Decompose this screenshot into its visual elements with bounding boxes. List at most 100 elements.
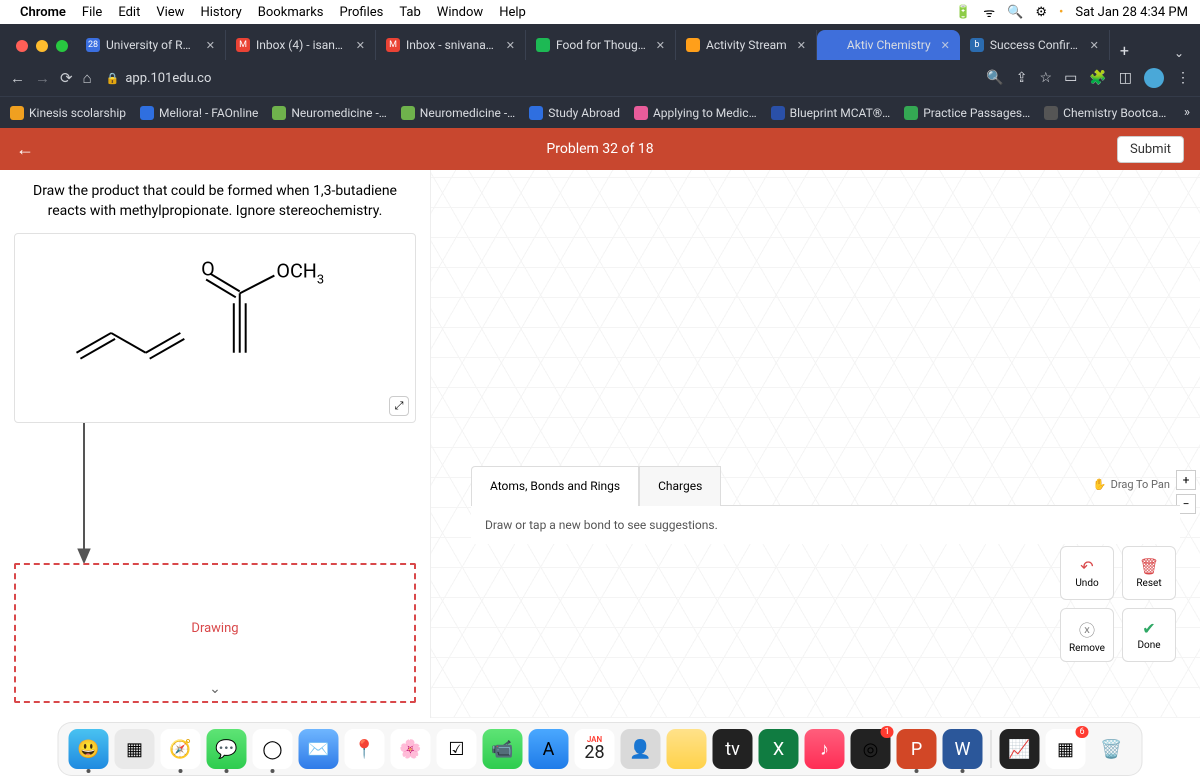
chrome-menu-icon[interactable]: ⋮ [1176,70,1190,86]
dock-app-stocks[interactable]: 📈 [1000,729,1040,769]
dock-app-finder[interactable]: 😃 [69,729,109,769]
omnibox-search-icon[interactable]: 🔍 [986,70,1003,86]
menu-window[interactable]: Window [437,5,483,20]
tab-close-icon[interactable]: ✕ [356,39,365,52]
browser-tab-6[interactable]: bSuccess Confirmatio✕ [960,30,1110,60]
back-button[interactable]: ← [10,69,25,87]
dock-app-calendar[interactable]: JAN28 [575,729,615,769]
menu-app[interactable]: Chrome [20,5,66,20]
forward-button[interactable]: → [35,69,50,87]
tab-list-button[interactable]: ⌄ [1166,46,1192,60]
dock-app-maps[interactable]: 📍 [345,729,385,769]
drawing-expand-icon[interactable]: ⌄ [209,681,221,697]
dock-app-music[interactable]: ♪ [805,729,845,769]
minimize-window-button[interactable] [36,40,48,52]
menubar-datetime[interactable]: Sat Jan 28 4:34 PM [1075,5,1188,20]
dock-app-trash[interactable]: 🗑️ [1092,729,1132,769]
browser-tab-3[interactable]: Food for Thought —✕ [526,30,676,60]
bookmark-4[interactable]: Study Abroad [529,106,620,120]
sidepanel-icon[interactable]: ◫ [1119,70,1132,86]
bookmark-0[interactable]: Kinesis scolarship [10,106,126,120]
answer-drawing-area[interactable]: Drawing ⌄ [14,563,416,703]
close-window-button[interactable] [16,40,28,52]
tab-close-icon[interactable]: ✕ [1090,39,1099,52]
menu-bookmarks[interactable]: Bookmarks [258,5,324,20]
tab-atoms-bonds-rings[interactable]: Atoms, Bonds and Rings [471,466,639,506]
remove-button[interactable]: ⓧRemove [1060,608,1114,662]
dock-app-reminders[interactable]: ☑︎ [437,729,477,769]
battery-icon[interactable]: 🔋 [955,5,971,20]
bookmark-3[interactable]: Neuromedicine -… [401,106,515,120]
bookmark-7[interactable]: Practice Passages… [904,106,1030,120]
share-icon[interactable]: ⇪ [1016,70,1028,86]
wifi-icon[interactable]: ᯤ [983,3,995,21]
extensions-icon[interactable]: 🧩 [1089,70,1106,86]
app-icon: ◎ [863,739,879,760]
zoom-in-button[interactable]: + [1176,470,1196,490]
reset-button[interactable]: 🗑Reset [1122,546,1176,600]
menu-help[interactable]: Help [499,5,526,20]
browser-tab-2[interactable]: MInbox - snivana24@✕ [376,30,526,60]
undo-button[interactable]: ↶Undo [1060,546,1114,600]
menu-file[interactable]: File [82,5,102,20]
reload-button[interactable]: ⟳ [60,69,73,87]
menu-profiles[interactable]: Profiles [340,5,384,20]
bookmark-1[interactable]: Meliora! - FAOnline [140,106,258,120]
cast-icon[interactable]: ▭ [1064,70,1077,86]
tab-favicon [827,38,841,52]
menu-view[interactable]: View [156,5,184,20]
structure-zoom-button[interactable]: ⤢ [389,396,409,416]
bookmark-favicon [272,106,286,120]
tab-close-icon[interactable]: ✕ [206,39,215,52]
control-center-icon[interactable]: ⚙︎ [1035,5,1047,20]
submit-button[interactable]: Submit [1117,136,1184,163]
dock-app-notes[interactable] [667,729,707,769]
dock-app-powerpoint[interactable]: P [897,729,937,769]
tab-charges[interactable]: Charges [639,466,721,506]
address-bar[interactable]: 🔒 app.101edu.co [102,71,212,86]
dock-app-excel[interactable]: X [759,729,799,769]
bookmark-label: Meliora! - FAOnline [159,106,258,120]
browser-tab-5[interactable]: Aktiv Chemistry✕ [817,30,960,60]
dock-app-launchpad[interactable]: ▦ [115,729,155,769]
app-badge: 1 [880,726,893,738]
fullscreen-window-button[interactable] [56,40,68,52]
home-button[interactable]: ⌂ [83,69,92,87]
tab-close-icon[interactable]: ✕ [656,39,665,52]
dock-app-contacts[interactable]: 👤 [621,729,661,769]
browser-tab-1[interactable]: MInbox (4) - isanche7✕ [226,30,376,60]
structure-editor[interactable]: ✋ Drag To Pan + − Atoms, Bonds and Rings… [430,170,1200,718]
app-badge: 6 [1075,726,1088,738]
browser-tab-4[interactable]: Activity Stream✕ [676,30,817,60]
tab-close-icon[interactable]: ✕ [797,39,806,52]
dock-app-safari[interactable]: 🧭 [161,729,201,769]
spotlight-icon[interactable]: 🔍 [1007,5,1023,20]
bookmark-6[interactable]: Blueprint MCAT®… [771,106,891,120]
dock-app-mail[interactable]: ✉️ [299,729,339,769]
dock-app-appstore[interactable]: A [529,729,569,769]
tab-close-icon[interactable]: ✕ [506,39,515,52]
bookmark-8[interactable]: Chemistry Bootca… [1044,106,1166,120]
dock-app-rubik[interactable]: ▦6 [1046,729,1086,769]
bookmarks-overflow-icon[interactable]: » [1184,105,1190,120]
done-button[interactable]: ✔Done [1122,608,1176,662]
tab-close-icon[interactable]: ✕ [941,39,950,52]
new-tab-button[interactable]: + [1110,41,1139,60]
menu-history[interactable]: History [200,5,241,20]
bookmark-5[interactable]: Applying to Medic… [634,106,757,120]
dock-app-spotify[interactable]: ◎1 [851,729,891,769]
dock-app-word[interactable]: W [943,729,983,769]
dock-app-chrome[interactable]: ◯ [253,729,293,769]
menu-edit[interactable]: Edit [118,5,140,20]
bookmark-2[interactable]: Neuromedicine -… [272,106,386,120]
profile-avatar[interactable] [1144,68,1164,88]
menu-tab[interactable]: Tab [399,5,420,20]
dock-app-messages[interactable]: 💬 [207,729,247,769]
browser-tab-0[interactable]: 28University of Roches✕ [76,30,226,60]
dock-app-tv[interactable]: tv [713,729,753,769]
dock-app-facetime[interactable]: 📹 [483,729,523,769]
dock-app-photos[interactable]: 🌸 [391,729,431,769]
tab-favicon: b [970,38,984,52]
problem-back-button[interactable]: ← [16,139,34,160]
bookmark-star-icon[interactable]: ☆ [1040,70,1053,86]
